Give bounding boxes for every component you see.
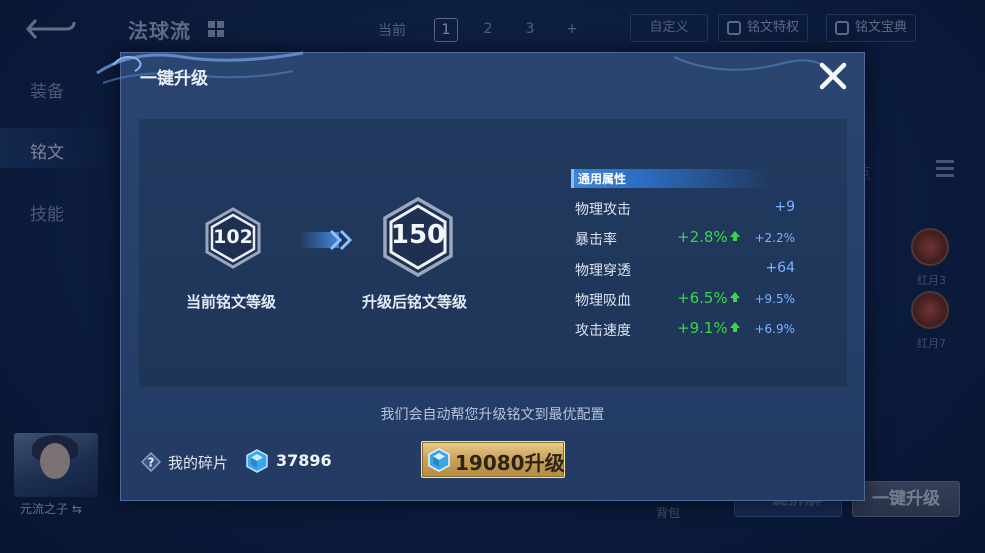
attribute-name: 物理攻击 bbox=[575, 202, 631, 218]
fragments-label: 我的碎片 bbox=[168, 454, 229, 472]
target-level-badge: 150 bbox=[383, 196, 453, 278]
attribute-value: +9.5% bbox=[754, 292, 795, 306]
attribute-increase-text: +2.8% bbox=[677, 228, 728, 246]
attribute-row: 物理吸血 +6.5% +9.5% bbox=[575, 288, 795, 312]
upgrade-cost: 19080 bbox=[455, 451, 525, 475]
attribute-increase-text: +6.5% bbox=[677, 289, 728, 307]
question-icon[interactable]: ? bbox=[141, 452, 161, 472]
attribute-name: 暴击率 bbox=[575, 232, 617, 248]
attribute-increase-text: +9.1% bbox=[677, 319, 728, 337]
upgrade-button-text: 19080升级 bbox=[455, 447, 565, 476]
auto-upgrade-hint: 我们会自动帮您升级铭文到最优配置 bbox=[380, 407, 605, 423]
target-level-value: 150 bbox=[390, 220, 446, 250]
upgrade-label: 升级 bbox=[524, 451, 565, 475]
attribute-increase: +2.8% bbox=[677, 228, 740, 246]
attribute-row: 物理穿透 +64 bbox=[575, 258, 795, 282]
attribute-value: +64 bbox=[765, 260, 795, 276]
target-level-label: 升级后铭文等级 bbox=[362, 293, 468, 311]
current-level-badge: 102 bbox=[205, 207, 261, 269]
attribute-increase: +6.5% bbox=[677, 289, 740, 307]
fragments-count: 37896 bbox=[276, 451, 332, 470]
attribute-name: 物理穿透 bbox=[575, 263, 631, 279]
rune-fragment-gem-icon bbox=[428, 448, 450, 472]
attribute-value: +6.9% bbox=[754, 322, 795, 336]
rune-fragment-gem-icon bbox=[246, 449, 268, 473]
attribute-increase: +9.1% bbox=[677, 319, 740, 337]
arrow-up-icon bbox=[729, 292, 740, 302]
attribute-value: +2.2% bbox=[754, 231, 795, 245]
arrow-up-icon bbox=[729, 231, 740, 241]
current-level-label: 当前铭文等级 bbox=[186, 293, 277, 311]
attribute-value: +9 bbox=[774, 199, 795, 215]
attributes-header: 通用属性 bbox=[571, 169, 771, 188]
attribute-name: 物理吸血 bbox=[575, 293, 631, 309]
one-click-upgrade-dialog: 一键升级 102 当前铭文等级 150 升级后铭文等级 通用属性 物理攻击 +9… bbox=[96, 51, 865, 501]
close-icon[interactable] bbox=[818, 61, 848, 91]
attribute-row: 攻击速度 +9.1% +6.9% bbox=[575, 318, 795, 342]
upgrade-button[interactable]: 19080升级 bbox=[421, 441, 565, 478]
upgrade-info-panel: 102 当前铭文等级 150 升级后铭文等级 通用属性 物理攻击 +9 暴击率 … bbox=[139, 119, 847, 387]
current-level-value: 102 bbox=[213, 226, 253, 248]
attribute-name: 攻击速度 bbox=[575, 323, 631, 339]
double-chevron-right-icon bbox=[299, 229, 353, 251]
svg-text:?: ? bbox=[148, 456, 155, 470]
dialog-title: 一键升级 bbox=[140, 69, 208, 89]
cloud-swirl-decoration-icon bbox=[674, 56, 833, 72]
attribute-row: 暴击率 +2.8% +2.2% bbox=[575, 227, 795, 251]
attributes-header-text: 通用属性 bbox=[578, 172, 627, 186]
attribute-row: 物理攻击 +9 bbox=[575, 197, 795, 221]
arrow-up-icon bbox=[729, 322, 740, 332]
